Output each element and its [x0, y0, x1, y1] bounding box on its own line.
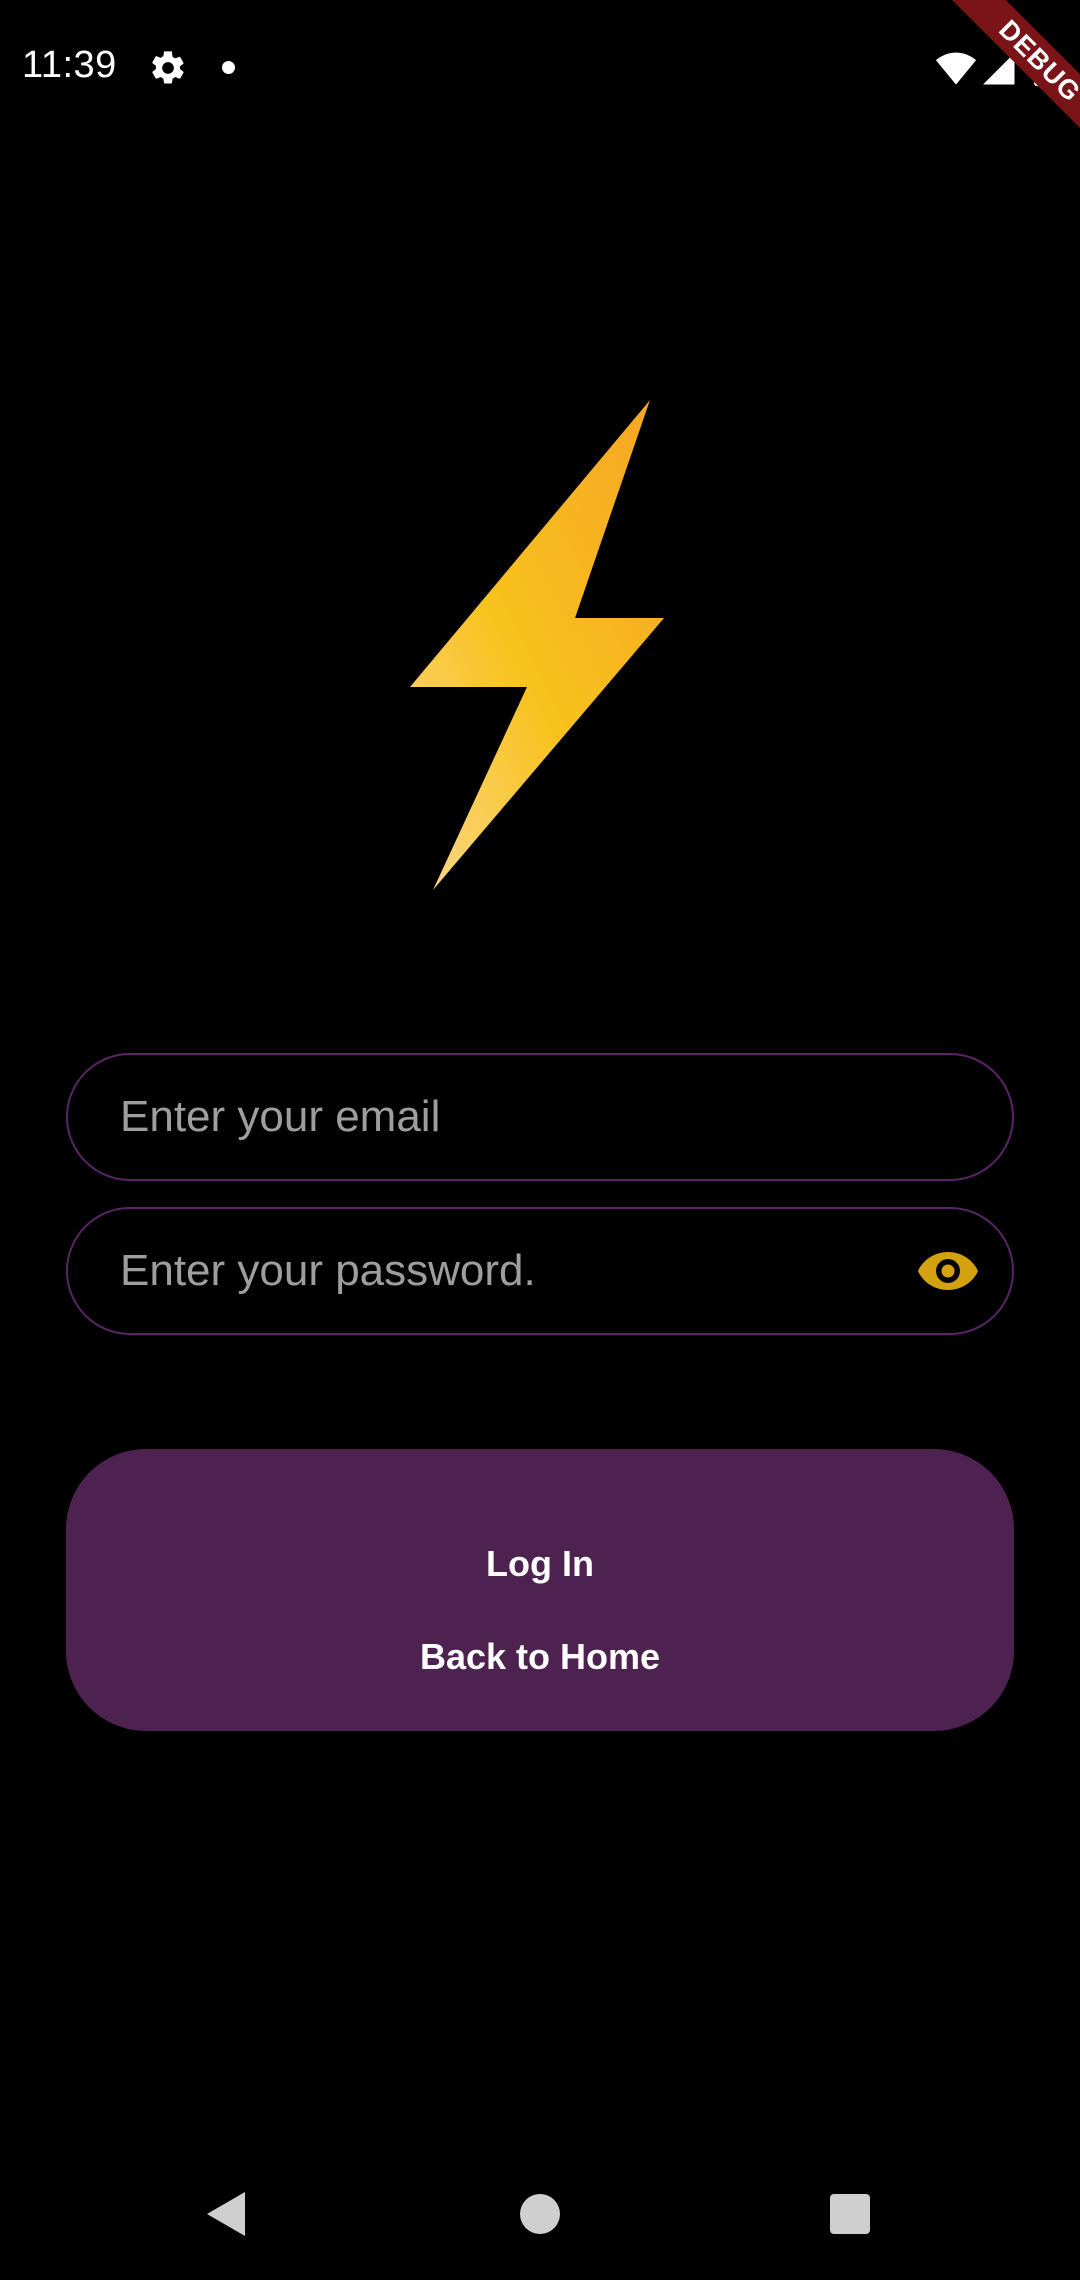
status-bar: 11:39: [0, 0, 1080, 136]
lightning-bolt-icon: [410, 400, 664, 890]
password-field[interactable]: [66, 1207, 1014, 1335]
home-circle-icon[interactable]: [520, 2194, 560, 2234]
password-input[interactable]: [120, 1209, 900, 1333]
recents-square-icon[interactable]: [830, 2194, 870, 2234]
email-field[interactable]: [66, 1053, 1014, 1181]
email-input[interactable]: [120, 1055, 900, 1179]
system-nav-bar: [0, 2150, 1080, 2280]
eye-icon: [918, 1252, 978, 1290]
password-visibility-toggle[interactable]: [914, 1237, 982, 1305]
back-triangle-icon[interactable]: [205, 2190, 249, 2238]
gear-icon: [152, 51, 184, 84]
action-button-panel: Log In Back to Home: [66, 1449, 1014, 1731]
signal-icon: [983, 53, 1015, 85]
status-time: 11:39: [22, 44, 117, 86]
wifi-icon: [935, 52, 977, 85]
back-to-home-button[interactable]: Back to Home: [66, 1607, 1014, 1707]
login-button[interactable]: Log In: [66, 1514, 1014, 1614]
battery-icon: [1034, 46, 1056, 86]
notification-dot-icon: [222, 61, 235, 74]
